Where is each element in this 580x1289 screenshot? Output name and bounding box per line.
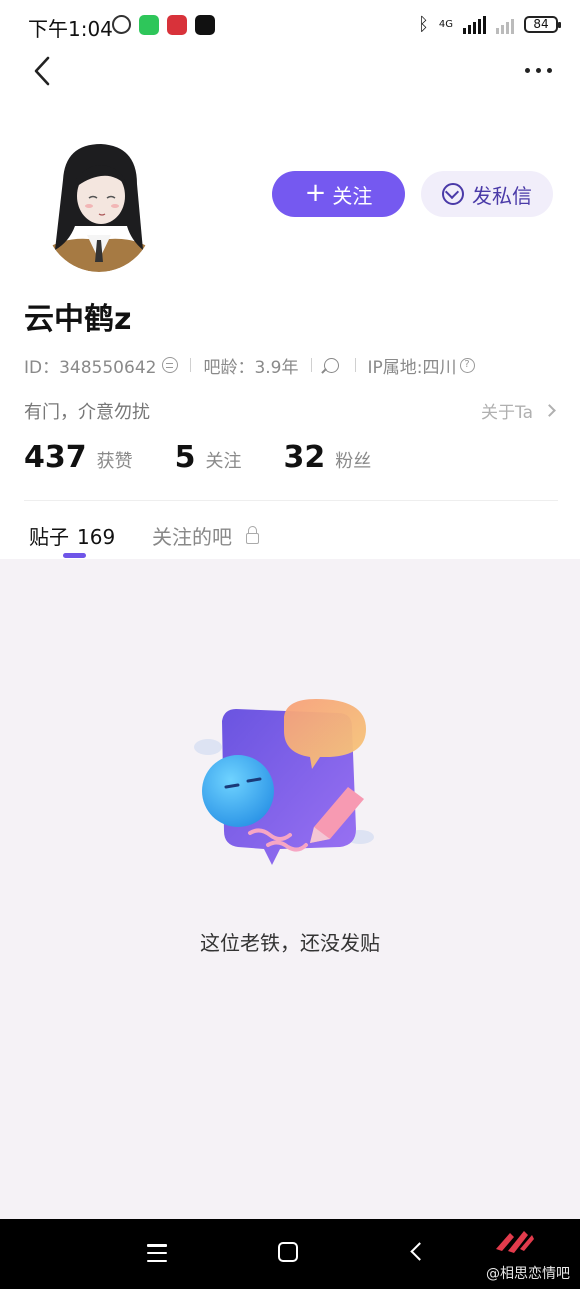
status-time: 下午1:04 — [28, 17, 113, 41]
copy-id-icon[interactable] — [162, 357, 179, 373]
tiktok-icon — [195, 15, 215, 35]
system-indicators: ᛒ 4G 84 — [418, 14, 561, 35]
follow-button[interactable]: + 关注 — [272, 171, 405, 217]
empty-state-message: 这位老铁，还没发贴 — [200, 931, 380, 955]
divider — [190, 358, 192, 372]
back-icon[interactable] — [28, 54, 58, 88]
notification-icons — [112, 15, 215, 35]
profile-meta: ID：348550642 吧龄：3.9年 IP属地:四川 ? — [24, 353, 475, 378]
tab-posts-label: 贴子 — [29, 525, 69, 549]
stat-value: 437 — [24, 440, 87, 475]
bluetooth-icon: ᛒ — [418, 14, 429, 35]
stat-value: 5 — [174, 440, 196, 475]
follow-label: 关注 — [332, 183, 373, 208]
chevron-right-icon — [543, 404, 556, 417]
bar-age: 吧龄：3.9年 — [203, 357, 299, 378]
more-options-icon[interactable] — [522, 64, 554, 76]
stat-label: 粉丝 — [335, 451, 372, 472]
system-back-icon[interactable] — [410, 1242, 429, 1261]
stat-following[interactable]: 5 关注 — [175, 440, 242, 475]
signal-icon — [463, 15, 486, 34]
empty-state-illustration — [194, 699, 374, 865]
section-divider — [24, 500, 558, 501]
status-bar: 下午1:04 ᛒ 4G 84 — [0, 0, 580, 52]
about-label: 关于Ta — [481, 403, 533, 423]
network-type: 4G — [438, 18, 453, 30]
stat-value: 32 — [283, 440, 326, 475]
tab-posts-count: 169 — [77, 525, 116, 549]
divider — [354, 358, 356, 372]
about-link[interactable]: 关于Ta — [481, 398, 556, 423]
active-tab-indicator — [63, 553, 86, 558]
recent-apps-icon[interactable] — [147, 1244, 167, 1262]
alarm-icon — [112, 15, 131, 34]
system-nav-bar: @相思恋情吧 — [0, 1219, 580, 1289]
stat-label: 关注 — [205, 451, 242, 472]
tab-followed-bars[interactable]: 关注的吧 — [152, 521, 259, 550]
search-icon[interactable] — [323, 357, 339, 373]
message-icon — [442, 183, 464, 205]
plus-icon: + — [304, 177, 327, 208]
lock-icon — [246, 526, 259, 544]
watermark-logo-icon — [496, 1231, 534, 1253]
divider — [310, 358, 312, 372]
battery-icon: 84 — [524, 16, 561, 33]
stat-likes: 437 获赞 — [24, 440, 133, 475]
app-notification-icon — [167, 15, 187, 35]
tab-followed-bars-label: 关注的吧 — [152, 525, 232, 549]
stats-row: 437 获赞 5 关注 32 粉丝 — [24, 440, 413, 475]
send-message-label: 发私信 — [472, 183, 532, 208]
user-id: ID：348550642 — [24, 357, 157, 378]
bio: 有门，介意勿扰 — [24, 402, 150, 423]
stat-label: 获赞 — [96, 451, 133, 472]
tab-posts[interactable]: 贴子 169 — [29, 521, 115, 550]
avatar[interactable] — [45, 140, 153, 272]
top-nav — [0, 52, 580, 92]
signal-secondary-icon — [496, 16, 514, 34]
ip-location: IP属地:四川 — [367, 357, 457, 378]
wechat-icon — [139, 15, 159, 35]
watermark-text: @相思恋情吧 — [486, 1266, 570, 1282]
username: 云中鹤z — [24, 302, 132, 337]
profile-tabs: 贴子 169 关注的吧 — [0, 518, 580, 558]
posts-content: 这位老铁，还没发贴 — [0, 559, 580, 1219]
send-message-button[interactable]: 发私信 — [421, 171, 553, 217]
stat-fans[interactable]: 32 粉丝 — [284, 440, 372, 475]
help-icon[interactable]: ? — [459, 357, 475, 373]
home-icon[interactable] — [278, 1242, 298, 1262]
